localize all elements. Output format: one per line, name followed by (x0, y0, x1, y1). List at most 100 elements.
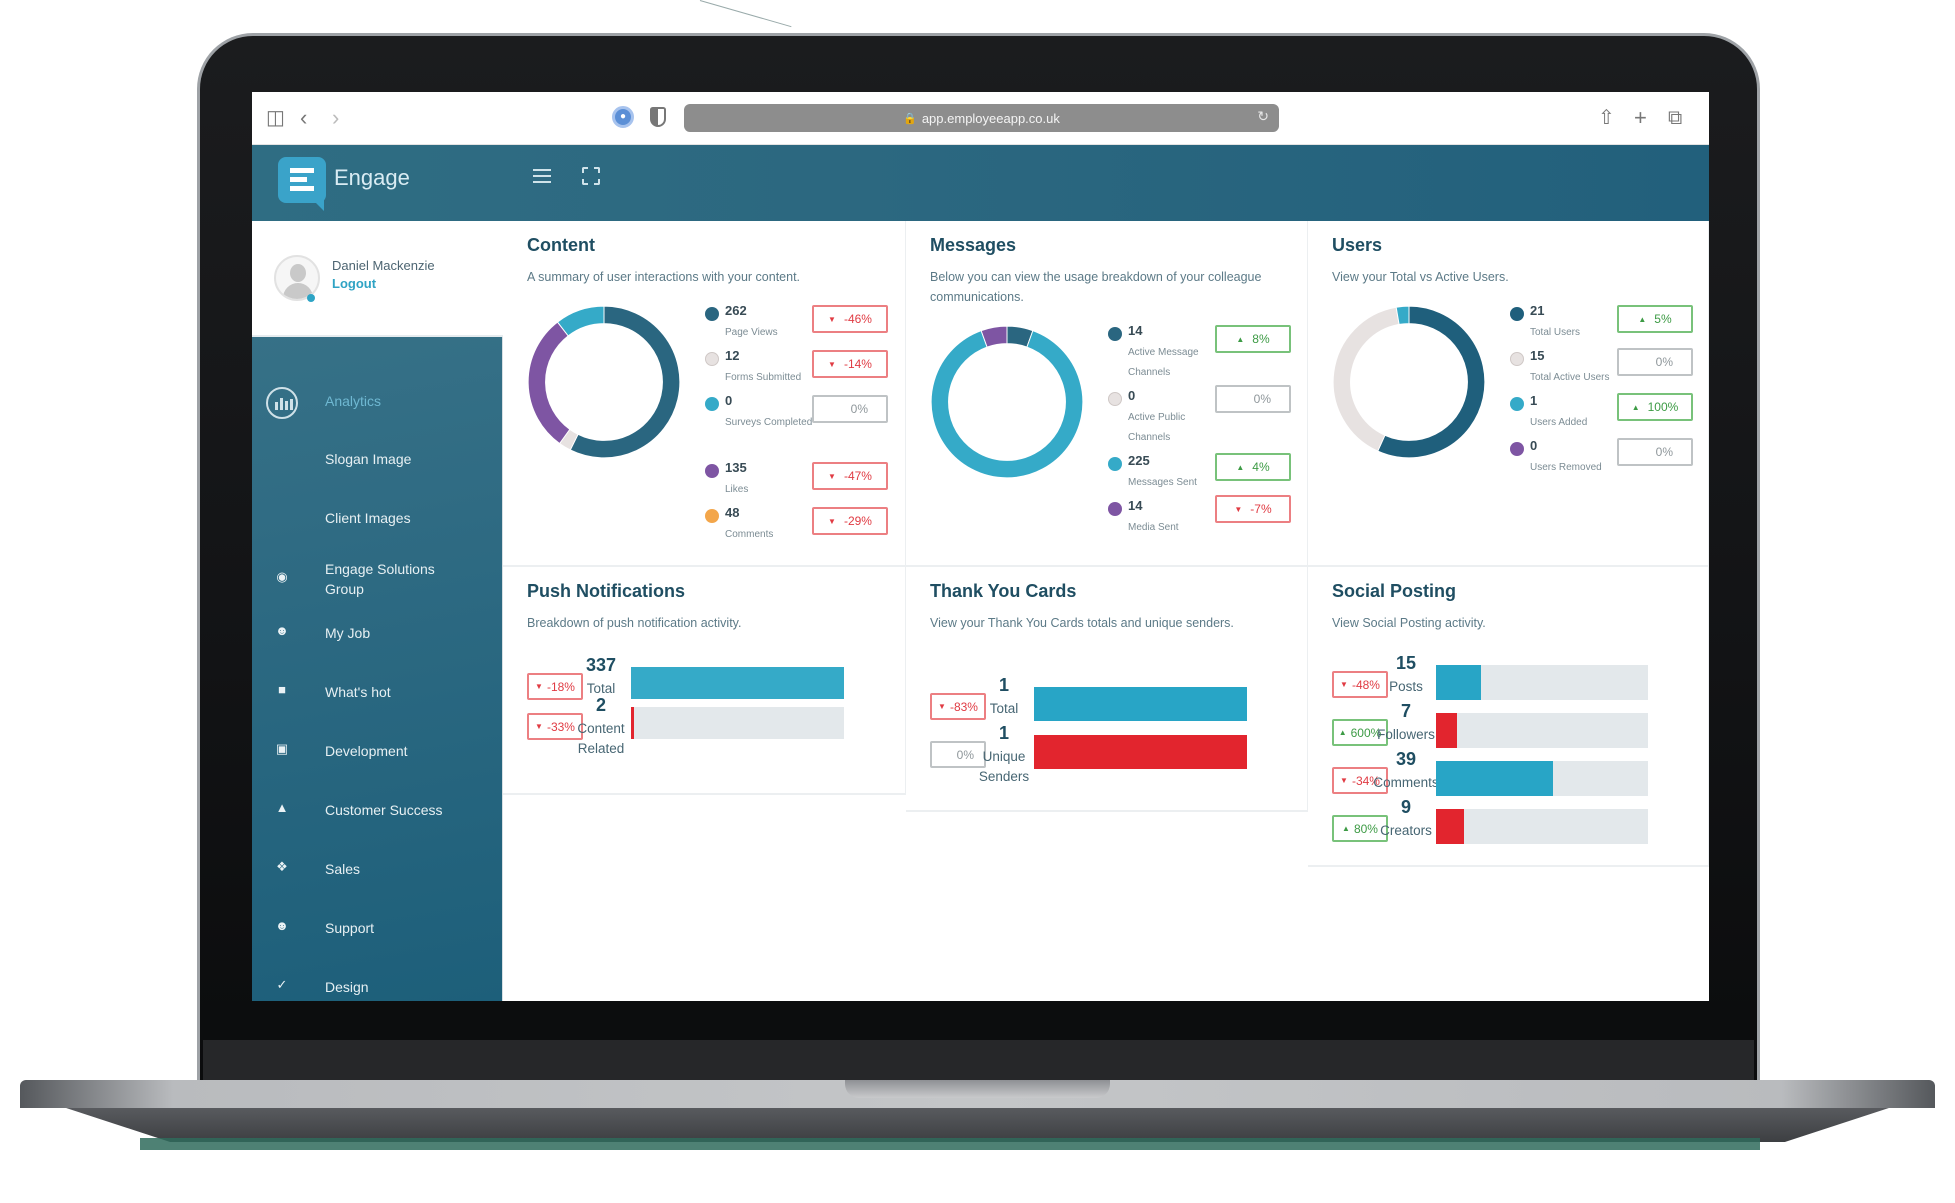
legend-label: Users Removed (1530, 462, 1602, 473)
legend-value: 0 (725, 393, 733, 408)
sidebar-item-my-job[interactable]: ☻ My Job (252, 623, 503, 663)
users-card: Users View your Total vs Active Users. 2… (1308, 221, 1709, 567)
bar-track (1436, 665, 1648, 700)
sidebar-item-support[interactable]: ☻ Support (252, 918, 503, 958)
messages-donut-chart (930, 325, 1084, 479)
sidebar-item-label: Support (325, 920, 375, 936)
legend-label: Page Views (725, 327, 778, 338)
bar-track (1034, 735, 1247, 769)
change-value: 5% (1654, 312, 1672, 326)
bar-fill (1436, 713, 1458, 748)
donut-segment-total-users[interactable] (1377, 305, 1486, 459)
laptop-icon: ▣ (275, 741, 289, 756)
bar-track (1436, 761, 1648, 796)
change-value: 4% (1252, 460, 1270, 474)
legend-value: 12 (725, 348, 740, 363)
bar-fill (1436, 761, 1553, 796)
trend-down-icon: ▼ (1340, 680, 1348, 689)
sidebar-item-label: Development (325, 743, 408, 759)
sidebar-item-label: Slogan Image (325, 451, 412, 467)
legend-swatch (1510, 307, 1524, 321)
legend-swatch (1510, 352, 1524, 366)
social-posting-card: Social Posting View Social Posting activ… (1308, 567, 1709, 867)
bar-fill (1436, 665, 1481, 700)
new-tab-icon[interactable]: + (1634, 106, 1647, 130)
sidebar-item-client-images[interactable]: Client Images (252, 508, 503, 548)
card-title: Users (1332, 235, 1383, 255)
online-status-dot (307, 294, 315, 302)
engage-logo[interactable] (278, 157, 326, 203)
analytics-icon (266, 387, 298, 419)
sidebar: Daniel Mackenzie Logout Analytics Slogan… (252, 221, 503, 1001)
tabs-overview-icon[interactable]: ⧉ (1668, 106, 1682, 130)
users-donut-chart (1332, 305, 1486, 459)
legend-value: 48 (725, 505, 740, 520)
address-bar[interactable]: 🔒 app.employeeapp.co.uk ↻ (684, 104, 1279, 132)
trend-down-icon: ▼ (535, 722, 543, 731)
legend-swatch (1108, 327, 1122, 341)
sidebar-toggle-icon[interactable]: ◫ (266, 106, 285, 130)
forward-icon[interactable]: › (332, 106, 339, 130)
legend-label: Media Sent (1128, 522, 1179, 533)
fullscreen-icon[interactable] (582, 167, 600, 185)
legend-value: 21 (1530, 303, 1545, 318)
metric-value: 39 (1395, 749, 1417, 769)
user-name: Daniel Mackenzie (332, 258, 435, 273)
legend-value: 0 (1128, 388, 1136, 403)
trend-down-icon: ▼ (828, 314, 836, 324)
legend-value: 135 (725, 460, 747, 475)
brand-name: Engage (334, 165, 410, 190)
legend-label: Users Added (1530, 417, 1588, 428)
metric-label: Total (989, 701, 1019, 716)
change-value: -29% (843, 514, 872, 528)
sidebar-item-slogan-image[interactable]: Slogan Image (252, 449, 503, 489)
sidebar-item-engage-solutions-group[interactable]: ◉ Engage Solutions Group (252, 559, 503, 609)
reload-icon[interactable]: ↻ (1257, 108, 1269, 125)
handshake-icon: ❖ (276, 859, 288, 874)
donut-segment-page-views[interactable] (569, 305, 681, 459)
donut-segment-messages-sent[interactable] (930, 330, 1084, 479)
change-badge: ▼ -46% (812, 305, 888, 333)
change-badge: ▲ 4% (1215, 453, 1291, 481)
sidebar-item-sales[interactable]: ❖ Sales (252, 859, 503, 899)
content-card: Content A summary of user interactions w… (503, 221, 906, 567)
card-subtitle: A summary of user interactions with your… (527, 270, 801, 284)
sidebar-item-development[interactable]: ▣ Development (252, 741, 503, 781)
legend-label: Active Message Channels (1128, 347, 1199, 378)
logo-icon (290, 168, 314, 192)
share-icon[interactable]: ⇧ (1598, 106, 1615, 130)
screen: ◫ ‹ › ● 🔒 app.employeeapp.co.uk ↻ ⇧ + ⧉ … (252, 92, 1709, 1001)
menu-icon[interactable] (533, 169, 551, 183)
card-title: Messages (930, 235, 1017, 255)
change-value: 0% (850, 402, 868, 416)
back-icon[interactable]: ‹ (300, 106, 307, 130)
sidebar-item-customer-success[interactable]: ▲ Customer Success (252, 800, 503, 840)
trend-up-icon: ▲ (1338, 728, 1347, 737)
legend-swatch (705, 464, 719, 478)
shield-icon[interactable] (650, 107, 666, 127)
messages-card: Messages Below you can view the usage br… (906, 221, 1308, 567)
metric-label: Content Related (577, 721, 625, 756)
logout-link[interactable]: Logout (332, 276, 376, 291)
legend-label: Total Active Users (1530, 372, 1610, 383)
metric-value: 2 (595, 695, 606, 715)
change-value: -47% (843, 469, 872, 483)
legend-swatch (1108, 457, 1122, 471)
change-value: 0% (1655, 445, 1673, 459)
sidebar-item-design[interactable]: ✓ Design (252, 977, 503, 1001)
donut-segment-likes[interactable] (527, 321, 571, 445)
bar-track (1436, 809, 1648, 844)
card-subtitle: Below you can view the usage breakdown o… (930, 270, 1262, 304)
legend-value: 0 (1530, 438, 1538, 453)
sidebar-item-whats-hot[interactable]: ■ What's hot (252, 682, 503, 722)
legend-swatch (1108, 392, 1122, 406)
password-manager-icon[interactable]: ● (612, 106, 634, 128)
sidebar-item-analytics[interactable]: Analytics (252, 387, 503, 431)
trend-down-icon: ▼ (1234, 504, 1243, 514)
trend-up-icon: ▲ (1631, 402, 1640, 412)
trend-down-icon: ▼ (828, 516, 836, 526)
sidebar-item-label: Engage Solutions Group (325, 561, 435, 597)
donut-segment-comments[interactable] (556, 305, 605, 337)
trend-up-icon: ▲ (1236, 334, 1245, 344)
donut-segment-total-active-users[interactable] (1332, 306, 1400, 452)
